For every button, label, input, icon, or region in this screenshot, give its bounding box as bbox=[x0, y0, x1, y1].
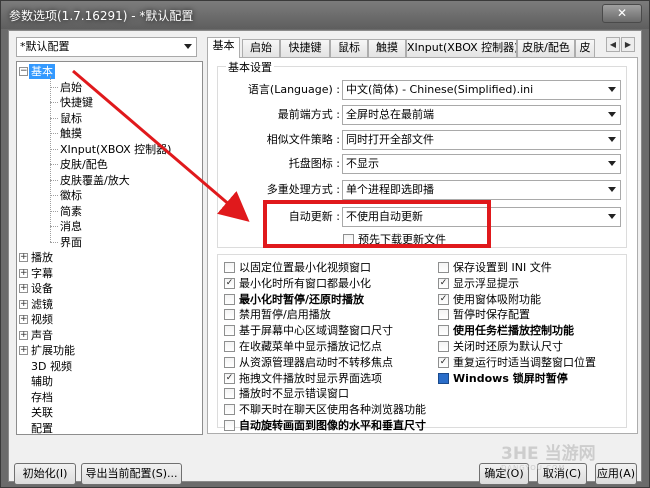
tab-0[interactable]: 基本 bbox=[207, 37, 240, 58]
annotation-arrow-icon bbox=[72, 69, 250, 222]
watermark-sub: DANGYOU.COM bbox=[501, 464, 566, 472]
settings-window: 参数选项(1.7.16291) - *默认配置 ✕ *默认配置 − 基本 启始 快捷键… bbox=[0, 0, 650, 488]
site-watermark: 3HE 当游网 DANGYOU.COM bbox=[501, 439, 641, 483]
watermark-logo: 3HE 当游网 bbox=[501, 444, 596, 464]
